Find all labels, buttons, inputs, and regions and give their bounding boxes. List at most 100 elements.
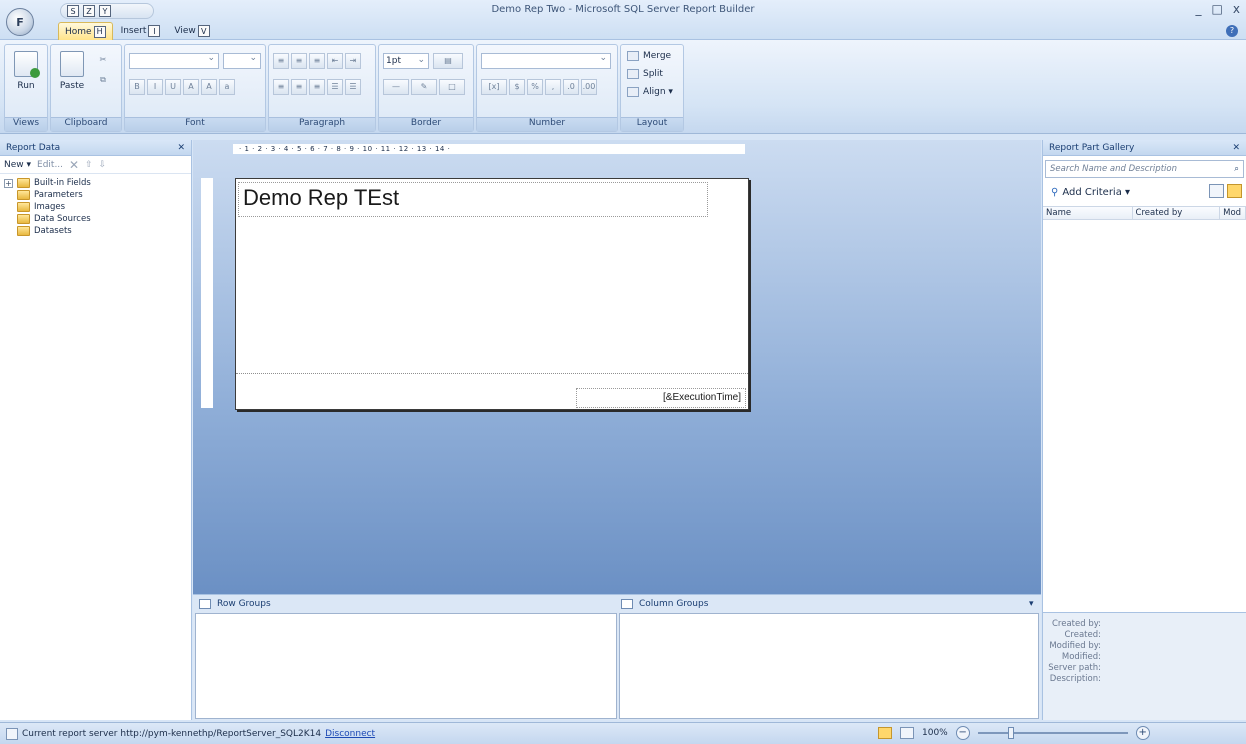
tree-item-built-in-fields[interactable]: + Built-in Fields [4, 177, 187, 189]
copy-icon[interactable]: ⧉ [95, 73, 111, 89]
move-down-icon[interactable]: ⇩ [99, 160, 107, 170]
minimize-button[interactable]: _ [1196, 2, 1202, 16]
group-label-border: Border [379, 117, 473, 131]
border-color-icon[interactable]: ▤ [433, 53, 463, 69]
align-bottom-icon[interactable]: ≡ [309, 53, 325, 69]
tab-view[interactable]: View V [168, 22, 215, 40]
percent-icon[interactable]: % [527, 79, 543, 95]
column-header-modified[interactable]: Mod [1220, 207, 1246, 219]
move-up-icon[interactable]: ⇧ [85, 160, 93, 170]
decrease-decimal-icon[interactable]: .00 [581, 79, 597, 95]
decrease-indent-icon[interactable]: ⇤ [327, 53, 343, 69]
search-icon[interactable]: ⌕ [1234, 161, 1239, 177]
folder-icon [17, 226, 30, 236]
italic-icon[interactable]: I [147, 79, 163, 95]
cut-icon[interactable]: ✂ [95, 53, 111, 69]
zoom-out-button[interactable]: − [955, 726, 970, 740]
row-groups-box[interactable] [195, 613, 617, 719]
paragraph-top-buttons: ≡ ≡ ≡ ⇤ ⇥ [273, 53, 361, 69]
help-icon[interactable]: ? [1226, 25, 1238, 37]
font-color-icon[interactable]: A [183, 79, 199, 95]
groups-dropdown-icon[interactable]: ▾ [1029, 597, 1034, 611]
tree-item-parameters[interactable]: Parameters [4, 189, 187, 201]
expand-icon[interactable]: + [4, 178, 13, 188]
grow-font-icon[interactable]: A [201, 79, 217, 95]
server-status-text: Current report server http://pym-kenneth… [22, 728, 322, 739]
align-button[interactable]: Align ▾ [627, 87, 673, 97]
list-view-icon[interactable] [1209, 184, 1224, 198]
placeholder-icon[interactable]: [x] [481, 79, 507, 95]
add-criteria-button[interactable]: ⚲ Add Criteria ▾ [1043, 182, 1246, 202]
disconnect-link[interactable]: Disconnect [325, 729, 375, 739]
new-button[interactable]: New ▾ [4, 160, 31, 170]
tab-home[interactable]: Home H [58, 22, 113, 40]
font-name-combo[interactable] [129, 53, 219, 69]
report-title-textbox[interactable]: Demo Rep TEst [238, 182, 708, 217]
fit-page-icon[interactable] [878, 727, 892, 739]
execution-time-textbox[interactable]: [&ExecutionTime] [576, 388, 746, 408]
bullets-icon[interactable]: ☰ [327, 79, 343, 95]
detail-label: Description: [1049, 674, 1101, 684]
add-criteria-icon: ⚲ [1051, 186, 1059, 198]
split-button[interactable]: Split [627, 69, 663, 79]
borders-icon[interactable]: □ [439, 79, 465, 95]
server-icon [6, 727, 18, 740]
shrink-font-icon[interactable]: a [219, 79, 235, 95]
bold-icon[interactable]: B [129, 79, 145, 95]
detail-label: Created: [1064, 630, 1101, 640]
column-header-created-by[interactable]: Created by [1133, 207, 1221, 219]
tab-view-keytip: V [197, 25, 210, 37]
comma-icon[interactable]: , [545, 79, 561, 95]
align-center-icon[interactable]: ≡ [291, 79, 307, 95]
report-body[interactable]: Demo Rep TEst [&ExecutionTime] [235, 178, 749, 410]
align-right-icon[interactable]: ≡ [309, 79, 325, 95]
numbering-icon[interactable]: ☰ [345, 79, 361, 95]
close-gallery-icon[interactable]: ✕ [1232, 143, 1240, 153]
column-header-name[interactable]: Name [1043, 207, 1133, 219]
border-width-combo[interactable]: 1pt [383, 53, 429, 69]
align-top-icon[interactable]: ≡ [273, 53, 289, 69]
currency-icon[interactable]: $ [509, 79, 525, 95]
align-left-icon[interactable]: ≡ [273, 79, 289, 95]
tree-item-images[interactable]: Images [4, 201, 187, 213]
detail-label: Modified: [1061, 652, 1101, 662]
border-style-icon[interactable]: — [383, 79, 409, 95]
close-window-button[interactable]: x [1233, 2, 1240, 16]
column-groups-label: Column Groups [639, 599, 709, 609]
run-button[interactable]: Run [11, 51, 41, 91]
ribbon: Run Views Paste ✂ ⧉ Clipboard B I U A A … [0, 40, 1246, 134]
merge-button[interactable]: Merge [627, 51, 671, 61]
status-bar: Current report server http://pym-kenneth… [0, 722, 1246, 744]
pen-color-icon[interactable]: ✎ [411, 79, 437, 95]
edit-button[interactable]: Edit... [37, 160, 63, 170]
zoom-in-button[interactable]: + [1135, 726, 1150, 740]
title-bar: F S Z Y Demo Rep Two - Microsoft SQL Ser… [0, 0, 1246, 40]
column-groups-box[interactable] [619, 613, 1039, 719]
gallery-search-input[interactable]: Search Name and Description ⌕ [1045, 160, 1244, 178]
font-size-combo[interactable] [223, 53, 261, 69]
details-view-icon[interactable] [1227, 184, 1242, 198]
tab-insert[interactable]: Insert I [115, 22, 167, 40]
whole-page-icon[interactable] [900, 727, 914, 739]
gallery-grid-header: Name Created by Mod [1043, 206, 1246, 220]
report-data-pane: Report Data ✕ New ▾ Edit... ✕ ⇧ ⇩ + Built… [0, 140, 192, 720]
tree-item-label: Built-in Fields [34, 178, 91, 188]
paste-button[interactable]: Paste [57, 51, 87, 91]
tree-item-data-sources[interactable]: Data Sources [4, 213, 187, 225]
tree-item-datasets[interactable]: Datasets [4, 225, 187, 237]
number-format-combo[interactable] [481, 53, 611, 69]
zoom-level: 100% [922, 728, 948, 738]
maximize-button[interactable]: □ [1212, 2, 1223, 16]
increase-decimal-icon[interactable]: .0 [563, 79, 579, 95]
zoom-slider[interactable] [977, 727, 1128, 739]
tree-item-label: Data Sources [34, 214, 91, 224]
align-label: Align ▾ [643, 87, 673, 97]
align-middle-icon[interactable]: ≡ [291, 53, 307, 69]
close-pane-icon[interactable]: ✕ [177, 143, 185, 153]
increase-indent-icon[interactable]: ⇥ [345, 53, 361, 69]
window-controls: _ □ x [1196, 2, 1240, 16]
add-criteria-label: Add Criteria ▾ [1062, 186, 1131, 198]
delete-icon[interactable]: ✕ [69, 158, 79, 172]
underline-icon[interactable]: U [165, 79, 181, 95]
zoom-slider-thumb[interactable] [1007, 727, 1014, 739]
